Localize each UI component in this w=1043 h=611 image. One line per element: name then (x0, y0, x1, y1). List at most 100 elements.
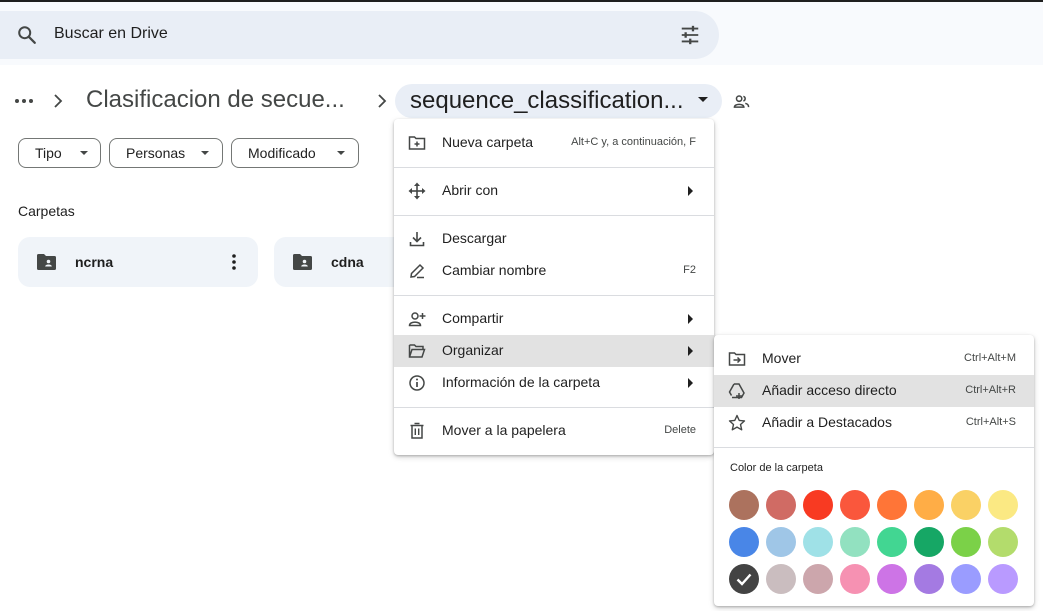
organize-submenu: Mover Ctrl+Alt+M Añadir acceso directo C… (714, 335, 1034, 606)
menu-item-shortcut: F2 (683, 264, 696, 276)
menu-item-label: Compartir (442, 310, 504, 326)
caret-down-icon (201, 151, 209, 155)
menu-item-move-to-trash[interactable]: Mover a la papelera Delete (394, 415, 714, 447)
filter-chip-label: Modificado (248, 145, 316, 161)
menu-item-organize[interactable]: Organizar (394, 335, 714, 367)
menu-item-download[interactable]: Descargar (394, 223, 714, 255)
folder-color-swatch[interactable] (951, 527, 981, 557)
folder-color-swatch[interactable] (803, 490, 833, 520)
menu-divider (394, 407, 714, 408)
rename-icon (410, 263, 425, 279)
folder-card[interactable]: ncrna (18, 237, 258, 287)
search-input[interactable]: Buscar en Drive (54, 25, 168, 43)
menu-item-label: Añadir a Destacados (762, 414, 892, 430)
menu-item-shortcut: Ctrl+Alt+R (965, 384, 1016, 396)
add-shortcut-icon (728, 383, 745, 399)
folder-color-swatch[interactable] (988, 490, 1018, 520)
submenu-arrow-icon (688, 314, 693, 324)
open-with-icon (408, 182, 426, 200)
breadcrumb-parent[interactable]: Clasificacion de secue... (86, 86, 345, 114)
filter-chip-label: Tipo (35, 145, 62, 161)
menu-item-label: Añadir acceso directo (762, 382, 897, 398)
folder-color-swatch[interactable] (729, 564, 759, 594)
share-person-icon (408, 312, 426, 327)
more-vertical-icon[interactable] (225, 252, 243, 272)
download-icon (409, 232, 425, 247)
menu-item-shortcut: Ctrl+Alt+S (965, 416, 1016, 428)
menu-divider (394, 295, 714, 296)
star-icon (728, 414, 746, 431)
menu-item-label: Descargar (442, 230, 507, 246)
menu-item-label: Cambiar nombre (442, 262, 547, 278)
shared-folder-icon (293, 254, 312, 270)
folder-color-swatch[interactable] (840, 564, 870, 594)
folder-color-title: Color de la carpeta (730, 462, 823, 474)
chevron-right-icon (378, 94, 387, 108)
folder-color-swatch[interactable] (803, 564, 833, 594)
chevron-right-icon (54, 94, 63, 108)
search-icon[interactable] (16, 24, 38, 46)
menu-item-move[interactable]: Mover Ctrl+Alt+M (714, 343, 1034, 375)
shared-people-icon (733, 95, 750, 108)
move-icon (728, 352, 746, 366)
new-folder-icon (408, 136, 426, 150)
menu-item-open-with[interactable]: Abrir con (394, 175, 714, 207)
top-bar: Buscar en Drive (0, 0, 1043, 65)
caret-down-icon (337, 151, 345, 155)
menu-divider (394, 215, 714, 216)
folder-color-swatch[interactable] (877, 527, 907, 557)
breadcrumb: Clasificacion de secue... sequence_class… (0, 84, 1043, 118)
trash-icon (410, 422, 424, 439)
submenu-arrow-icon (688, 378, 693, 388)
folder-color-swatch[interactable] (729, 527, 759, 557)
folder-context-menu: Nueva carpeta Alt+C y, a continuación, F… (394, 119, 714, 455)
filter-chip-people[interactable]: Personas (109, 138, 223, 168)
menu-item-label: Mover a la papelera (442, 422, 566, 438)
folder-color-swatch[interactable] (951, 564, 981, 594)
search-options-icon[interactable] (679, 24, 701, 46)
search-bar[interactable]: Buscar en Drive (0, 11, 719, 59)
folder-color-swatch[interactable] (877, 490, 907, 520)
folder-color-swatch[interactable] (914, 564, 944, 594)
folder-name: cdna (331, 254, 364, 270)
menu-item-shortcut: Alt+C y, a continuación, F (571, 136, 696, 148)
shared-folder-icon (37, 254, 56, 270)
menu-item-add-shortcut[interactable]: Añadir acceso directo Ctrl+Alt+R (714, 375, 1034, 407)
folder-color-swatch[interactable] (877, 564, 907, 594)
folder-color-swatch[interactable] (951, 490, 981, 520)
breadcrumb-current[interactable]: sequence_classification... (395, 84, 722, 118)
menu-divider (714, 447, 1034, 448)
info-icon (409, 375, 425, 391)
menu-item-share[interactable]: Compartir (394, 303, 714, 335)
caret-down-icon (698, 97, 708, 102)
folder-color-swatch[interactable] (766, 564, 796, 594)
folder-color-swatch[interactable] (803, 527, 833, 557)
folder-color-swatch[interactable] (766, 490, 796, 520)
more-horizontal-icon[interactable] (12, 90, 36, 112)
menu-item-label: Información de la carpeta (442, 374, 600, 390)
menu-item-folder-info[interactable]: Información de la carpeta (394, 367, 714, 399)
menu-item-rename[interactable]: Cambiar nombre F2 (394, 255, 714, 287)
folder-color-swatch[interactable] (988, 564, 1018, 594)
filter-chip-type[interactable]: Tipo (18, 138, 101, 168)
menu-item-new-folder[interactable]: Nueva carpeta Alt+C y, a continuación, F (394, 127, 714, 159)
folder-color-swatch[interactable] (840, 527, 870, 557)
folder-color-swatch[interactable] (914, 490, 944, 520)
filter-chip-label: Personas (126, 145, 186, 161)
menu-divider (394, 167, 714, 168)
breadcrumb-current-label: sequence_classification... (410, 87, 684, 114)
menu-item-add-to-starred[interactable]: Añadir a Destacados Ctrl+Alt+S (714, 407, 1034, 439)
filter-chip-modified[interactable]: Modificado (231, 138, 359, 168)
submenu-arrow-icon (688, 186, 693, 196)
menu-item-label: Organizar (442, 342, 504, 358)
folder-color-swatch[interactable] (914, 527, 944, 557)
folder-open-icon (408, 344, 426, 358)
menu-item-shortcut: Delete (664, 424, 696, 436)
folder-color-swatch[interactable] (840, 490, 870, 520)
folder-color-swatch[interactable] (766, 527, 796, 557)
menu-item-label: Nueva carpeta (442, 134, 534, 150)
folder-name: ncrna (75, 254, 114, 270)
menu-item-label: Abrir con (442, 182, 499, 198)
folder-color-swatch[interactable] (988, 527, 1018, 557)
folder-color-swatch[interactable] (729, 490, 759, 520)
